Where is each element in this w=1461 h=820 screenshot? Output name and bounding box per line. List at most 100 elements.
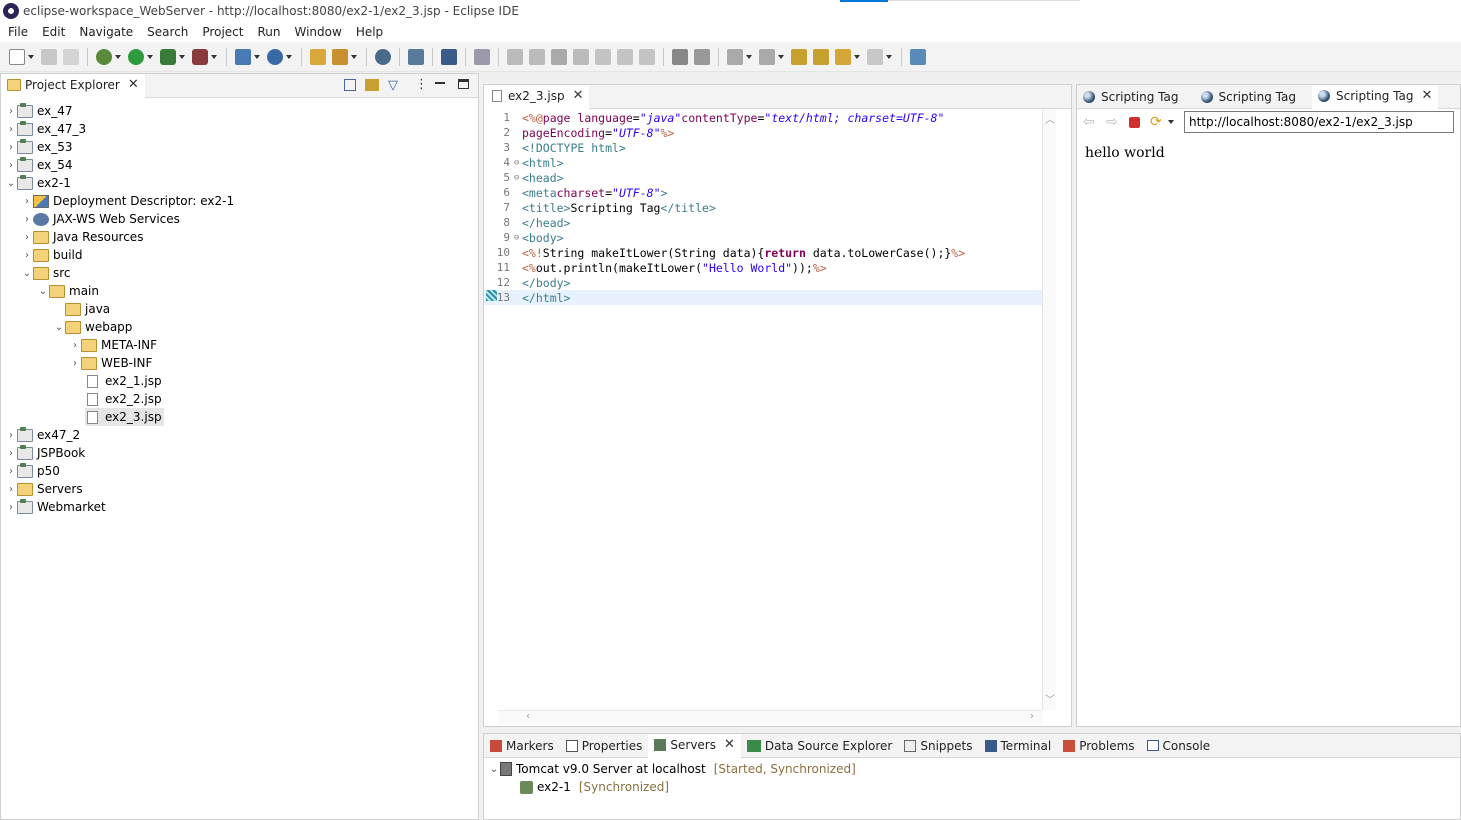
- tab-snippets[interactable]: Snippets: [898, 734, 978, 758]
- scroll-right-icon[interactable]: ›: [1030, 711, 1034, 722]
- run-dropdown-icon[interactable]: [147, 54, 153, 59]
- chevron-right-icon[interactable]: ›: [5, 502, 17, 513]
- save-icon[interactable]: [41, 48, 57, 65]
- back-arrow-icon[interactable]: ⇦: [1083, 115, 1099, 129]
- skip-breakpoints-icon[interactable]: [474, 48, 490, 65]
- tree-item-jax-ws[interactable]: › JAX-WS Web Services: [1, 210, 478, 228]
- tab-browser-2[interactable]: Scripting Tag: [1195, 85, 1303, 109]
- close-icon[interactable]: ✕: [573, 89, 584, 102]
- refresh-icon[interactable]: ⟳: [1150, 115, 1166, 129]
- new-server-icon[interactable]: [235, 48, 251, 65]
- scroll-down-icon[interactable]: ﹀: [1045, 691, 1055, 706]
- back-icon[interactable]: [835, 48, 851, 65]
- tab-problems[interactable]: Problems: [1057, 734, 1140, 758]
- tab-terminal[interactable]: Terminal: [979, 734, 1058, 758]
- collapse-all-icon[interactable]: [344, 79, 356, 91]
- editor-horizontal-scrollbar[interactable]: ‹ ›: [498, 710, 1042, 724]
- tree-item-servers[interactable]: › Servers: [1, 480, 478, 498]
- tab-properties[interactable]: Properties: [560, 734, 649, 758]
- close-icon[interactable]: ✕: [724, 738, 735, 751]
- tree-item-ex47_2[interactable]: › ex47_2: [1, 426, 478, 444]
- chevron-right-icon[interactable]: ›: [5, 448, 17, 459]
- chevron-right-icon[interactable]: ›: [5, 106, 17, 117]
- tree-item-java[interactable]: java: [1, 300, 478, 318]
- tree-item-p50[interactable]: › p50: [1, 462, 478, 480]
- terminate-icon[interactable]: [551, 48, 567, 65]
- tree-item-java-resources[interactable]: › Java Resources: [1, 228, 478, 246]
- close-icon[interactable]: ✕: [1422, 89, 1433, 102]
- pin-editor-icon[interactable]: [910, 48, 926, 65]
- forward-arrow-icon[interactable]: ⇨: [1106, 115, 1122, 129]
- tree-item-ex2_1-jsp[interactable]: ex2_1.jsp: [1, 372, 478, 390]
- menu-run[interactable]: Run: [257, 25, 280, 39]
- tree-item-jspbook[interactable]: › JSPBook: [1, 444, 478, 462]
- back-dropdown-icon[interactable]: [854, 54, 860, 59]
- tab-servers[interactable]: Servers ✕: [648, 733, 741, 758]
- toggle-block-selection-icon[interactable]: [672, 48, 688, 65]
- tree-item-ex_54[interactable]: › ex_54: [1, 156, 478, 174]
- run-last-tool-dropdown-icon[interactable]: [179, 54, 185, 59]
- show-whitespace-icon[interactable]: [694, 48, 710, 65]
- menu-navigate[interactable]: Navigate: [79, 25, 133, 39]
- chevron-right-icon[interactable]: ›: [5, 160, 17, 171]
- chevron-right-icon[interactable]: ›: [21, 250, 33, 261]
- search-dropdown-icon[interactable]: [351, 54, 357, 59]
- server-row[interactable]: ⌄ Tomcat v9.0 Server at localhost [Start…: [484, 760, 1460, 778]
- open-type-icon[interactable]: [310, 48, 326, 65]
- tab-data-source-explorer[interactable]: Data Source Explorer: [741, 734, 898, 758]
- chevron-right-icon[interactable]: ›: [5, 484, 17, 495]
- refresh-dropdown-icon[interactable]: [1168, 120, 1174, 124]
- search-tool-icon[interactable]: [332, 48, 348, 65]
- next-annotation-dropdown-icon[interactable]: [746, 54, 752, 59]
- forward-icon[interactable]: [867, 48, 883, 65]
- open-perspective-icon[interactable]: [408, 48, 424, 65]
- resume-icon[interactable]: [507, 48, 523, 65]
- tree-item-meta-inf[interactable]: › META-INF: [1, 336, 478, 354]
- scroll-up-icon[interactable]: ︿: [1045, 111, 1055, 126]
- chevron-right-icon[interactable]: ›: [5, 142, 17, 153]
- fold-collapse-icon[interactable]: ⊖: [514, 173, 522, 183]
- debug-icon[interactable]: [96, 48, 112, 65]
- tree-item-build[interactable]: › build: [1, 246, 478, 264]
- previous-annotation-icon[interactable]: [759, 48, 775, 65]
- chevron-right-icon[interactable]: ›: [5, 466, 17, 477]
- chevron-down-icon[interactable]: ⌄: [53, 322, 65, 333]
- web-browser-icon[interactable]: [375, 48, 391, 65]
- chevron-right-icon[interactable]: ›: [21, 214, 33, 225]
- link-with-editor-icon[interactable]: [365, 79, 379, 91]
- forward-dropdown-icon[interactable]: [886, 54, 892, 59]
- step-return-icon[interactable]: [639, 48, 655, 65]
- step-over-icon[interactable]: [617, 48, 633, 65]
- run-last-tool-icon[interactable]: [160, 48, 176, 65]
- chevron-down-icon[interactable]: ⌄: [21, 268, 33, 279]
- step-into-icon[interactable]: [595, 48, 611, 65]
- tree-item-webapp[interactable]: ⌄ webapp: [1, 318, 478, 336]
- module-row[interactable]: ex2-1 [Synchronized]: [484, 778, 1460, 796]
- menu-help[interactable]: Help: [356, 25, 383, 39]
- tree-item-src[interactable]: ⌄ src: [1, 264, 478, 282]
- external-tools-icon[interactable]: [192, 48, 208, 65]
- tree-item-deployment-descriptor[interactable]: › Deployment Descriptor: ex2-1: [1, 192, 478, 210]
- tab-project-explorer[interactable]: Project Explorer ✕: [1, 73, 145, 98]
- tree-item-ex2_3-jsp[interactable]: ex2_3.jsp: [1, 408, 478, 426]
- tree-item-ex_47_3[interactable]: › ex_47_3: [1, 120, 478, 138]
- maximize-icon[interactable]: [458, 79, 469, 89]
- chevron-down-icon[interactable]: ⌄: [5, 178, 17, 189]
- url-input[interactable]: http://localhost:8080/ex2-1/ex2_3.jsp: [1184, 111, 1454, 133]
- previous-annotation-dropdown-icon[interactable]: [778, 54, 784, 59]
- tab-browser-1[interactable]: Scripting Tag: [1077, 85, 1185, 109]
- menu-window[interactable]: Window: [294, 25, 341, 39]
- scroll-left-icon[interactable]: ‹: [526, 711, 530, 722]
- tab-console[interactable]: Console: [1141, 734, 1217, 758]
- suspend-icon[interactable]: [529, 48, 545, 65]
- editor-vertical-scrollbar[interactable]: ︿ ﹀: [1042, 109, 1056, 710]
- debug-dropdown-icon[interactable]: [115, 54, 121, 59]
- last-edit-location-icon[interactable]: [791, 48, 807, 65]
- filter-icon[interactable]: ▽: [388, 78, 398, 93]
- terminal-icon[interactable]: [441, 48, 457, 65]
- tab-browser-3[interactable]: Scripting Tag ✕: [1312, 84, 1439, 109]
- chevron-right-icon[interactable]: ›: [69, 358, 81, 369]
- code-editor[interactable]: 1 <%@ page language = "java" contentType = "t…: [484, 109, 1042, 709]
- fold-collapse-icon[interactable]: ⊖: [514, 158, 522, 168]
- view-menu-icon[interactable]: ⋮: [415, 77, 428, 92]
